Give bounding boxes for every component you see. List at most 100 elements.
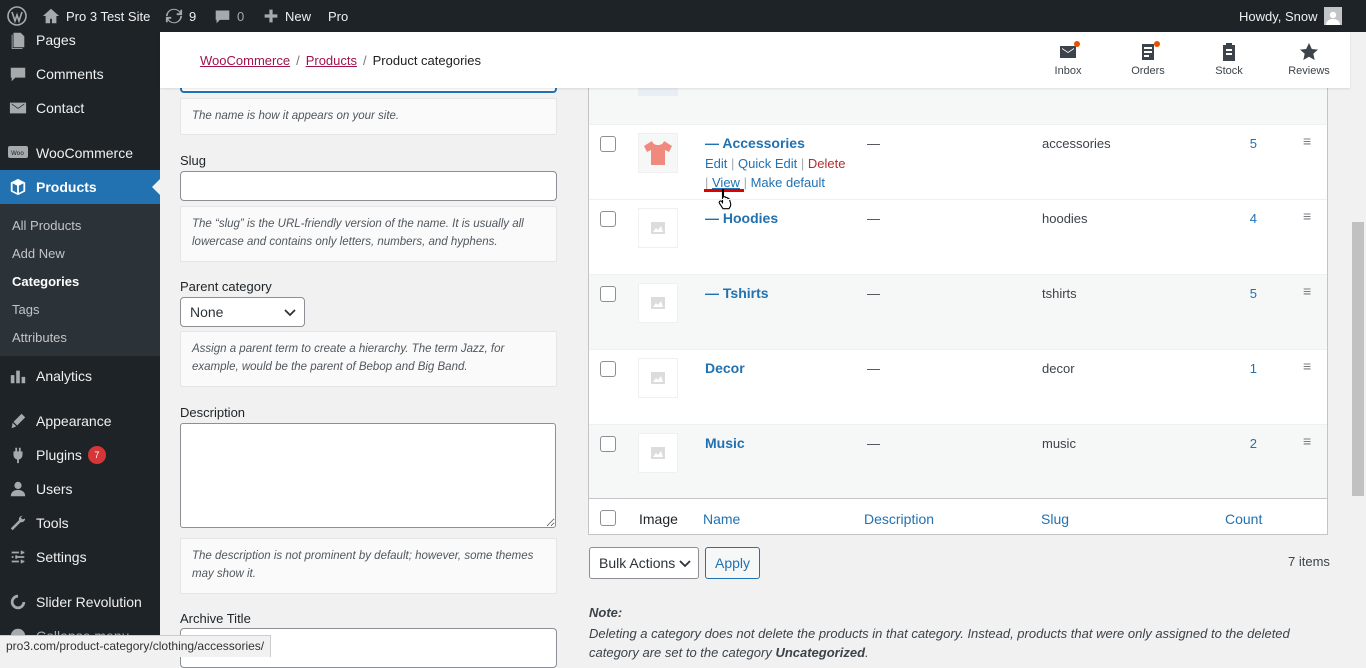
category-description: — [867,436,880,451]
edit-link[interactable]: Edit [705,156,727,171]
menu-users[interactable]: Users [0,472,160,506]
category-name-link[interactable]: — Tshirts [705,285,769,301]
breadcrumb-products[interactable]: Products [306,53,357,68]
description-textarea[interactable] [180,423,556,528]
table-row: — Tshirts — tshirts 5 ≡ [589,274,1327,349]
delete-link[interactable]: Delete [808,156,846,171]
menu-tools[interactable]: Tools [0,506,160,540]
category-name-link[interactable]: Decor [705,360,745,376]
menu-appearance[interactable]: Appearance [0,404,160,438]
select-all-checkbox[interactable] [600,510,616,526]
menu-slider-revolution[interactable]: Slider Revolution [0,585,160,619]
menu-pages[interactable]: Pages [0,32,160,57]
drag-handle-icon[interactable]: ≡ [1303,133,1311,149]
submenu-tags[interactable]: Tags [12,302,39,317]
category-name-link[interactable]: — Hoodies [705,210,778,226]
row-checkbox[interactable] [600,286,616,302]
row-checkbox[interactable] [600,136,616,152]
submenu-all-products[interactable]: All Products [12,218,81,233]
menu-analytics[interactable]: Analytics [0,359,160,393]
row-checkbox[interactable] [600,211,616,227]
star-icon [1300,43,1318,60]
slug-help: The “slug” is the URL-friendly version o… [180,206,557,262]
menu-plugins[interactable]: Plugins 7 [0,438,160,472]
products-icon [0,178,36,196]
row-checkbox[interactable] [600,361,616,377]
breadcrumb-woocommerce[interactable]: WooCommerce [200,53,290,68]
category-count-link[interactable]: 2 [1239,436,1257,451]
header-icon-label: Orders [1131,65,1165,77]
submenu-attributes[interactable]: Attributes [12,330,67,345]
items-count: 7 items [1288,554,1330,569]
category-description: — [867,211,880,226]
menu-label: Tools [36,515,69,531]
column-description[interactable]: Description [864,511,934,527]
menu-woocommerce[interactable]: Woo WooCommerce [0,136,160,170]
menu-label: Products [36,179,97,195]
comments-link[interactable]: 0 [214,0,244,32]
slug-label: Slug [180,153,207,168]
category-name-link[interactable]: — Accessories [705,135,805,151]
chevron-down-icon [284,309,296,317]
apply-button[interactable]: Apply [705,547,760,579]
slug-input[interactable] [180,171,557,201]
drag-handle-icon[interactable]: ≡ [1303,358,1311,374]
header-stock[interactable]: Stock [1199,42,1259,77]
column-slug[interactable]: Slug [1041,511,1069,527]
header-icon-label: Reviews [1288,65,1330,77]
menu-settings[interactable]: Settings [0,540,160,574]
comments-icon [0,65,36,83]
status-bar-url: pro3.com/product-category/clothing/acces… [0,635,272,657]
new-content-link[interactable]: New [263,0,311,32]
site-name-link[interactable]: Pro 3 Test Site [42,0,150,32]
column-name[interactable]: Name [703,511,740,527]
new-label: New [285,8,312,24]
make-default-link[interactable]: Make default [751,175,825,190]
bulk-actions-select[interactable]: Bulk Actions [589,547,699,579]
header-inbox[interactable]: Inbox [1038,41,1098,77]
note-text: Deleting a category does not delete the … [589,624,1329,662]
category-name-link[interactable]: Music [705,435,745,451]
breadcrumb-separator: / [296,53,300,68]
category-slug: accessories [1042,136,1111,151]
column-image: Image [639,511,678,527]
menu-products[interactable]: Products [0,170,160,204]
my-account-link[interactable]: Howdy, Snow [1239,0,1342,32]
home-icon [42,8,60,24]
category-description: — [867,286,880,301]
row-checkbox[interactable] [600,436,616,452]
updates-link[interactable]: 9 [165,0,196,32]
description-help: The description is not prominent by defa… [180,538,557,594]
menu-label: Settings [36,549,87,565]
tools-icon [0,514,36,532]
admin-bar: Pro 3 Test Site 9 0 New Pro Howdy, Snow [0,0,1366,32]
appearance-icon [0,412,36,430]
header-reviews[interactable]: Reviews [1279,42,1339,77]
category-count-link[interactable]: 1 [1239,361,1257,376]
drag-handle-icon[interactable]: ≡ [1303,208,1311,224]
scrollbar-thumb[interactable] [1352,222,1364,496]
active-menu-arrow [152,179,160,195]
plugins-update-badge: 7 [87,446,106,464]
menu-contact[interactable]: Contact [0,91,160,125]
category-count-link[interactable]: 5 [1239,136,1257,151]
category-count-link[interactable]: 4 [1239,211,1257,226]
wordpress-logo-icon[interactable] [7,0,27,32]
pages-icon [0,32,36,49]
category-count-link[interactable]: 5 [1239,286,1257,301]
parent-category-value: None [190,304,224,320]
pro-link[interactable]: Pro [328,0,348,32]
menu-comments[interactable]: Comments [0,57,160,91]
drag-handle-icon[interactable]: ≡ [1303,283,1311,299]
submenu-add-new[interactable]: Add New [12,246,65,261]
column-count[interactable]: Count [1225,511,1262,527]
products-submenu: All Products Add New Categories Tags Att… [0,204,160,356]
description-label: Description [180,405,246,420]
header-icon-label: Stock [1215,65,1243,77]
quick-edit-link[interactable]: Quick Edit [738,156,797,171]
parent-category-select[interactable]: None [180,297,305,327]
submenu-categories[interactable]: Categories [12,274,79,289]
category-slug: hoodies [1042,211,1088,226]
drag-handle-icon[interactable]: ≡ [1303,433,1311,449]
header-orders[interactable]: Orders [1118,41,1178,77]
